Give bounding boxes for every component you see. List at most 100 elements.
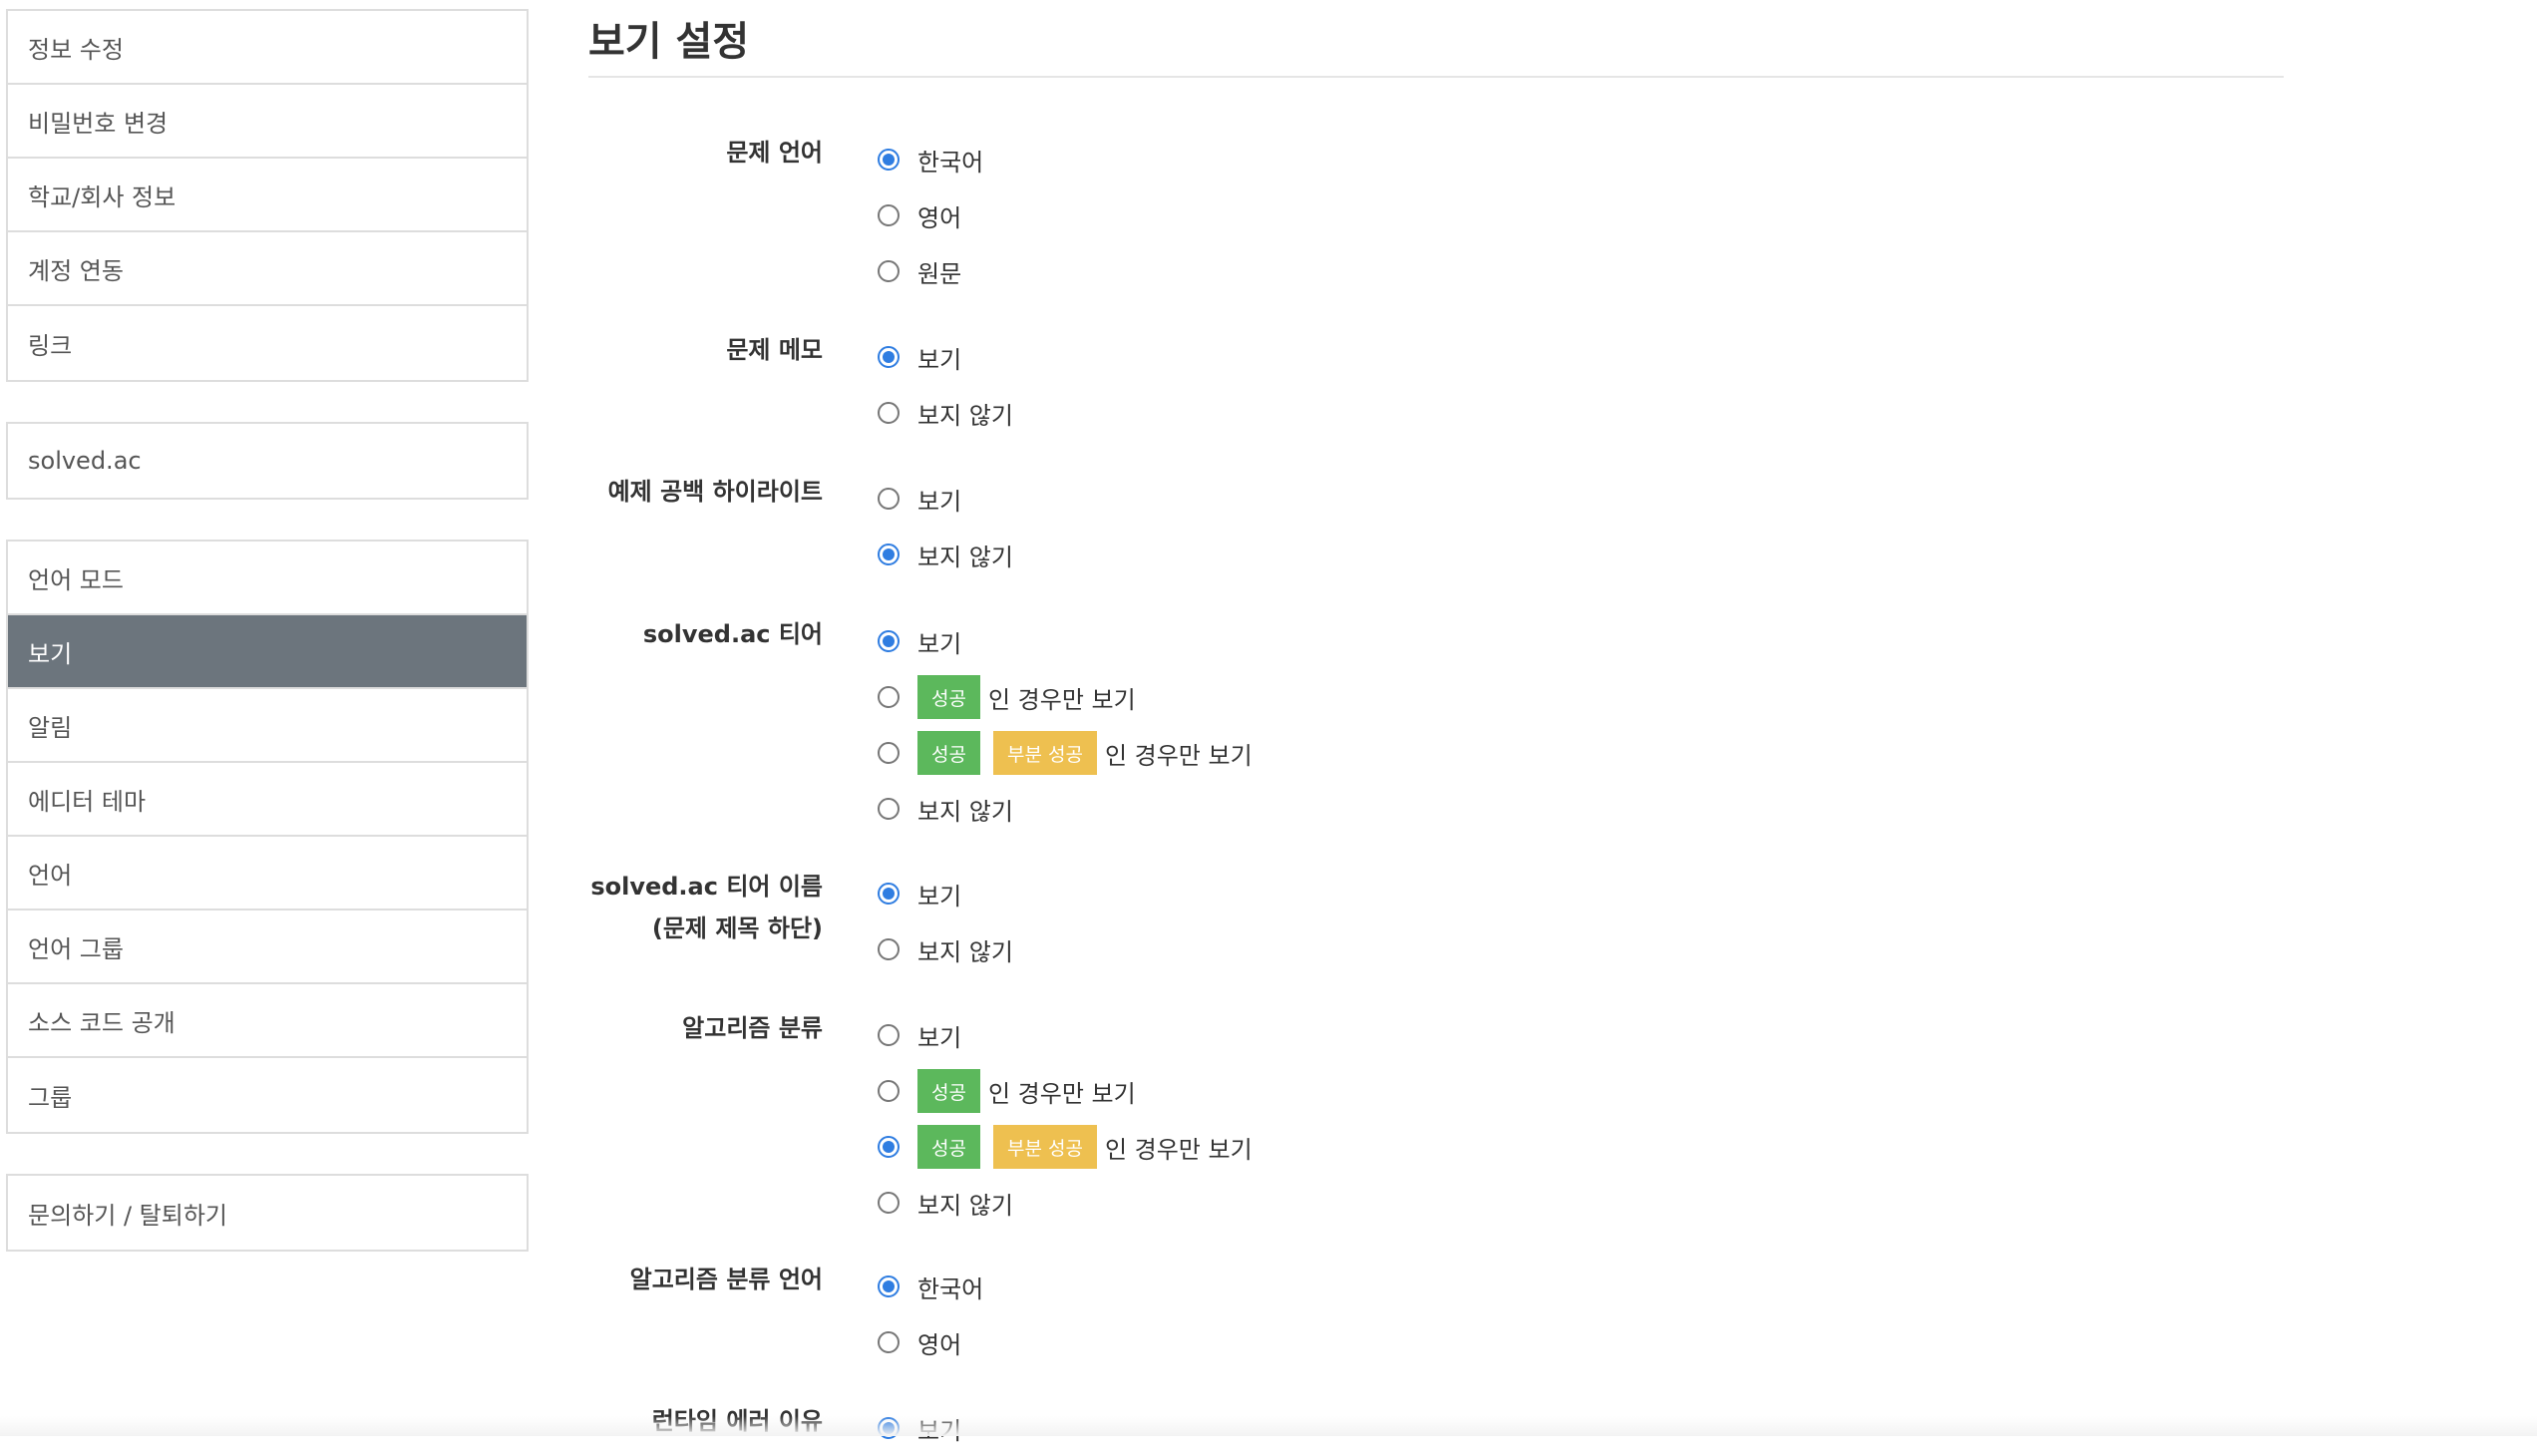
- radio-button[interactable]: [878, 488, 900, 510]
- settings-sidebar: 정보 수정 비밀번호 변경 학교/회사 정보 계정 연동 링크 solved.a…: [6, 9, 529, 1291]
- sidebar-group-account: 정보 수정 비밀번호 변경 학교/회사 정보 계정 연동 링크: [6, 9, 529, 382]
- option-label: 영어: [917, 203, 962, 232]
- page-title: 보기 설정: [588, 0, 2284, 78]
- option-label: 보기: [917, 1023, 962, 1052]
- setting-label: 문제 메모: [726, 336, 823, 364]
- radio-option[interactable]: 보지 않기: [878, 1175, 1253, 1231]
- sidebar-item-language-mode[interactable]: 언어 모드: [8, 542, 527, 615]
- radio-button[interactable]: [878, 1080, 900, 1102]
- radio-option[interactable]: 한국어: [878, 132, 983, 187]
- view-settings-panel: 보기 설정 문제 언어 한국어 영어 원문 문제 메모 보기 보지 않기 예제 …: [588, 0, 2284, 1445]
- radio-group: 보기 보지 않기: [878, 866, 1013, 977]
- radio-group: 보기 성공 인 경우만 보기 성공 부분 성공 인 경우만 보기 보지 않기: [878, 613, 1253, 837]
- sidebar-item-notifications[interactable]: 알림: [8, 689, 527, 763]
- radio-button[interactable]: [878, 1331, 900, 1353]
- radio-option[interactable]: 보지 않기: [878, 781, 1253, 837]
- sidebar-item-language-group[interactable]: 언어 그룹: [8, 910, 527, 984]
- sidebar-item-school-company[interactable]: 학교/회사 정보: [8, 159, 527, 232]
- radio-group: 한국어 영어 원문: [878, 132, 983, 299]
- option-label: 인 경우만 보기: [987, 685, 1136, 714]
- radio-option[interactable]: 보지 않기: [878, 921, 1013, 977]
- radio-button[interactable]: [878, 1192, 900, 1214]
- option-label: 영어: [917, 1330, 962, 1359]
- sidebar-item-links[interactable]: 링크: [8, 306, 527, 380]
- radio-button[interactable]: [878, 544, 900, 565]
- radio-button[interactable]: [878, 798, 900, 820]
- setting-label: 예제 공백 하이라이트: [607, 478, 823, 506]
- radio-option[interactable]: 원문: [878, 243, 983, 299]
- radio-option[interactable]: 보기: [878, 866, 1013, 921]
- radio-button[interactable]: [878, 630, 900, 652]
- option-label: 보기: [917, 345, 962, 374]
- sidebar-item-change-password[interactable]: 비밀번호 변경: [8, 85, 527, 159]
- sidebar-item-edit-info[interactable]: 정보 수정: [8, 11, 527, 85]
- radio-group: 보기 성공 인 경우만 보기 성공 부분 성공 인 경우만 보기 보지 않기: [878, 1007, 1253, 1231]
- radio-group: 보기 보지 않기: [878, 471, 1013, 582]
- radio-button[interactable]: [878, 260, 900, 282]
- option-label: 원문: [917, 259, 962, 288]
- radio-option[interactable]: 한국어: [878, 1259, 983, 1314]
- option-label: 보기: [917, 629, 962, 658]
- sidebar-group-solvedac: solved.ac: [6, 422, 529, 500]
- sidebar-item-account-link[interactable]: 계정 연동: [8, 232, 527, 306]
- radio-button[interactable]: [878, 1275, 900, 1297]
- radio-button[interactable]: [878, 149, 900, 171]
- setting-label: solved.ac 티어 이름 (문제 제목 하단): [590, 873, 823, 942]
- option-label: 보기: [917, 487, 962, 516]
- option-label: 인 경우만 보기: [987, 1079, 1136, 1108]
- success-badge: 성공: [917, 1125, 980, 1169]
- success-badge: 성공: [917, 1069, 980, 1113]
- radio-option[interactable]: 성공 인 경우만 보기: [878, 669, 1253, 725]
- radio-button[interactable]: [878, 883, 900, 905]
- partial-success-badge: 부분 성공: [992, 1125, 1097, 1169]
- sidebar-item-language[interactable]: 언어: [8, 837, 527, 910]
- sidebar-group-support: 문의하기 / 탈퇴하기: [6, 1174, 529, 1252]
- sidebar-item-editor-theme[interactable]: 에디터 테마: [8, 763, 527, 837]
- sidebar-group-preferences: 언어 모드 보기 알림 에디터 테마 언어 언어 그룹 소스 코드 공개 그룹: [6, 540, 529, 1134]
- radio-option[interactable]: 성공 인 경우만 보기: [878, 1063, 1253, 1119]
- radio-option[interactable]: 보기: [878, 613, 1253, 669]
- bottom-scroll-shadow: [0, 1416, 2537, 1436]
- radio-option[interactable]: 성공 부분 성공 인 경우만 보기: [878, 725, 1253, 781]
- setting-label: 알고리즘 분류 언어: [629, 1266, 823, 1293]
- option-label: 보기: [917, 882, 962, 910]
- option-label: 인 경우만 보기: [1104, 1135, 1253, 1164]
- sidebar-item-contact-withdraw[interactable]: 문의하기 / 탈퇴하기: [8, 1176, 527, 1250]
- setting-label: 알고리즘 분류: [682, 1014, 823, 1042]
- option-label: 인 경우만 보기: [1104, 741, 1253, 770]
- success-badge: 성공: [917, 675, 980, 719]
- radio-button[interactable]: [878, 402, 900, 424]
- radio-button[interactable]: [878, 686, 900, 708]
- option-label: 보지 않기: [917, 797, 1013, 826]
- radio-button[interactable]: [878, 204, 900, 226]
- radio-option[interactable]: 보기: [878, 471, 1013, 527]
- radio-group: 한국어 영어: [878, 1259, 983, 1370]
- sidebar-item-group[interactable]: 그룹: [8, 1058, 527, 1132]
- sidebar-item-solvedac[interactable]: solved.ac: [8, 424, 527, 498]
- radio-button[interactable]: [878, 1136, 900, 1158]
- option-label: 보지 않기: [917, 401, 1013, 430]
- radio-button[interactable]: [878, 1024, 900, 1046]
- radio-option[interactable]: 영어: [878, 1314, 983, 1370]
- radio-button[interactable]: [878, 938, 900, 960]
- partial-success-badge: 부분 성공: [992, 731, 1097, 775]
- sidebar-item-view[interactable]: 보기: [8, 615, 527, 689]
- radio-option[interactable]: 보지 않기: [878, 527, 1013, 582]
- option-label: 한국어: [917, 148, 984, 177]
- radio-option[interactable]: 보지 않기: [878, 385, 1013, 441]
- radio-option[interactable]: 영어: [878, 187, 983, 243]
- sidebar-item-source-code-public[interactable]: 소스 코드 공개: [8, 984, 527, 1058]
- radio-button[interactable]: [878, 346, 900, 368]
- option-label: 보지 않기: [917, 1191, 1013, 1220]
- success-badge: 성공: [917, 731, 980, 775]
- option-label: 보지 않기: [917, 937, 1013, 966]
- option-label: 보지 않기: [917, 543, 1013, 571]
- setting-label: solved.ac 티어: [642, 620, 823, 648]
- radio-option[interactable]: 성공 부분 성공 인 경우만 보기: [878, 1119, 1253, 1175]
- radio-option[interactable]: 보기: [878, 1007, 1253, 1063]
- radio-group: 보기 보지 않기: [878, 329, 1013, 441]
- setting-label: 문제 언어: [726, 139, 823, 167]
- option-label: 한국어: [917, 1274, 984, 1303]
- radio-button[interactable]: [878, 742, 900, 764]
- radio-option[interactable]: 보기: [878, 329, 1013, 385]
